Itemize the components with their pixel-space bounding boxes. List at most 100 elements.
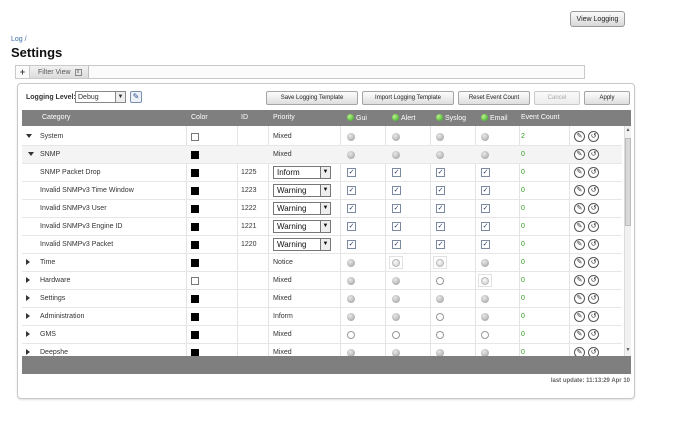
pencil-icon[interactable]: ✎: [574, 203, 585, 214]
gui-status-icon[interactable]: [347, 259, 355, 267]
cancel-button[interactable]: Cancel: [534, 91, 580, 105]
gui-status-icon[interactable]: [347, 349, 355, 356]
pencil-icon[interactable]: ✎: [574, 311, 585, 322]
alert-status-icon[interactable]: [392, 133, 400, 141]
alert-checkbox[interactable]: ✓: [392, 204, 401, 213]
col-id[interactable]: ID: [241, 114, 248, 121]
syslog-status-icon[interactable]: [436, 295, 444, 303]
import-logging-template-button[interactable]: Import Logging Template: [362, 91, 454, 105]
gui-status-icon[interactable]: [347, 313, 355, 321]
table-row[interactable]: GMS Mixed 0 ✎ ↺: [22, 326, 622, 344]
color-swatch[interactable]: [191, 151, 199, 159]
scroll-thumb[interactable]: [625, 138, 631, 226]
reset-icon[interactable]: ↺: [588, 149, 599, 160]
alert-status-icon[interactable]: [392, 295, 400, 303]
syslog-status-icon[interactable]: [436, 331, 444, 339]
email-checkbox[interactable]: ✓: [481, 222, 490, 231]
table-row[interactable]: Settings Mixed 0 ✎ ↺: [22, 290, 622, 308]
expand-icon[interactable]: [26, 259, 30, 265]
wand-icon[interactable]: ✎: [130, 91, 142, 103]
pencil-icon[interactable]: ✎: [574, 221, 585, 232]
color-swatch[interactable]: [191, 313, 199, 321]
col-email[interactable]: Email: [481, 114, 508, 122]
reset-icon[interactable]: ↺: [588, 203, 599, 214]
pencil-icon[interactable]: ✎: [574, 347, 585, 356]
reset-event-count-button[interactable]: Reset Event Count: [458, 91, 530, 105]
email-status-icon[interactable]: [481, 277, 489, 285]
reset-icon[interactable]: ↺: [588, 347, 599, 356]
reset-icon[interactable]: ↺: [588, 275, 599, 286]
expand-icon[interactable]: [26, 295, 30, 301]
table-row[interactable]: Invalid SNMPv3 Packet 1220 Warning ▼ ✓ ✓ ✓ ✓ 0 ✎ ↺: [22, 236, 622, 254]
collapse-icon[interactable]: [28, 152, 34, 156]
gui-status-icon[interactable]: [347, 295, 355, 303]
priority-select[interactable]: Warning ▼: [273, 202, 331, 215]
color-swatch[interactable]: [191, 169, 199, 177]
col-color[interactable]: Color: [191, 114, 208, 121]
col-category[interactable]: Category: [42, 114, 70, 121]
color-swatch[interactable]: [191, 277, 199, 285]
table-row[interactable]: Invalid SNMPv3 User 1222 Warning ▼ ✓ ✓ ✓ ✓ 0 ✎ ↺: [22, 200, 622, 218]
col-alert[interactable]: Alert: [392, 114, 415, 122]
table-row[interactable]: Deepshe Mixed 0 ✎ ↺: [22, 344, 622, 356]
reset-icon[interactable]: ↺: [588, 311, 599, 322]
email-status-icon[interactable]: [481, 331, 489, 339]
priority-select[interactable]: Warning ▼: [273, 220, 331, 233]
syslog-status-icon[interactable]: [436, 133, 444, 141]
email-status-icon[interactable]: [481, 259, 489, 267]
table-row[interactable]: SNMP Mixed 0 ✎ ↺: [22, 146, 622, 164]
gui-status-icon[interactable]: [347, 277, 355, 285]
syslog-status-icon[interactable]: [436, 151, 444, 159]
alert-status-icon[interactable]: [392, 151, 400, 159]
reset-icon[interactable]: ↺: [588, 221, 599, 232]
save-logging-template-button[interactable]: Save Logging Template: [266, 91, 358, 105]
close-icon[interactable]: x: [74, 68, 82, 76]
gui-checkbox[interactable]: ✓: [347, 204, 356, 213]
syslog-checkbox[interactable]: ✓: [436, 186, 445, 195]
expand-icon[interactable]: [26, 331, 30, 337]
reset-icon[interactable]: ↺: [588, 257, 599, 268]
alert-status-icon[interactable]: [392, 349, 400, 356]
pencil-icon[interactable]: ✎: [574, 257, 585, 268]
pencil-icon[interactable]: ✎: [574, 239, 585, 250]
email-checkbox[interactable]: ✓: [481, 168, 490, 177]
alert-status-icon[interactable]: [392, 259, 400, 267]
color-swatch[interactable]: [191, 223, 199, 231]
alert-checkbox[interactable]: ✓: [392, 240, 401, 249]
reset-icon[interactable]: ↺: [588, 167, 599, 178]
syslog-status-icon[interactable]: [436, 277, 444, 285]
expand-icon[interactable]: [26, 349, 30, 355]
email-status-icon[interactable]: [481, 349, 489, 356]
table-row[interactable]: System Mixed 2 ✎ ↺: [22, 128, 622, 146]
alert-status-icon[interactable]: [392, 331, 400, 339]
color-swatch[interactable]: [191, 349, 199, 356]
col-gui[interactable]: Gui: [347, 114, 367, 122]
col-event-count[interactable]: Event Count: [521, 114, 560, 121]
pencil-icon[interactable]: ✎: [574, 275, 585, 286]
alert-checkbox[interactable]: ✓: [392, 186, 401, 195]
color-swatch[interactable]: [191, 133, 199, 141]
pencil-icon[interactable]: ✎: [574, 149, 585, 160]
email-checkbox[interactable]: ✓: [481, 204, 490, 213]
email-status-icon[interactable]: [481, 313, 489, 321]
email-checkbox[interactable]: ✓: [481, 186, 490, 195]
priority-select[interactable]: Warning ▼: [273, 184, 331, 197]
color-swatch[interactable]: [191, 205, 199, 213]
gui-status-icon[interactable]: [347, 133, 355, 141]
priority-select[interactable]: Inform ▼: [273, 166, 331, 179]
table-row[interactable]: Invalid SNMPv3 Time Window 1223 Warning ▼ ✓ ✓…: [22, 182, 622, 200]
view-logging-button[interactable]: View Logging: [570, 11, 625, 27]
syslog-status-icon[interactable]: [436, 349, 444, 356]
priority-select[interactable]: Warning ▼: [273, 238, 331, 251]
alert-checkbox[interactable]: ✓: [392, 222, 401, 231]
collapse-icon[interactable]: [26, 134, 32, 138]
gui-checkbox[interactable]: ✓: [347, 222, 356, 231]
alert-status-icon[interactable]: [392, 277, 400, 285]
email-checkbox[interactable]: ✓: [481, 240, 490, 249]
syslog-checkbox[interactable]: ✓: [436, 222, 445, 231]
col-syslog[interactable]: Syslog: [436, 114, 466, 122]
breadcrumb[interactable]: Log /: [11, 36, 27, 43]
reset-icon[interactable]: ↺: [588, 239, 599, 250]
pencil-icon[interactable]: ✎: [574, 167, 585, 178]
table-row[interactable]: Hardware Mixed 0 ✎ ↺: [22, 272, 622, 290]
